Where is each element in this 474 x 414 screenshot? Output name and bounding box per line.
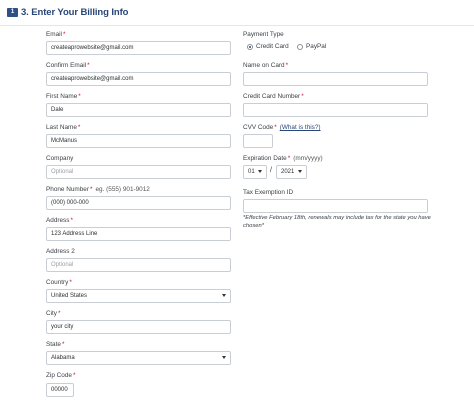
expiration-month-selected: 01 — [248, 169, 255, 175]
section-title: 3. Enter Your Billing Info — [21, 7, 129, 18]
expiration-year-select[interactable]: 2021 — [276, 165, 307, 179]
tax-exemption-field[interactable] — [243, 199, 428, 213]
radio-unselected-icon — [297, 43, 303, 50]
chevron-down-icon — [222, 294, 226, 297]
address-label: Address* — [46, 217, 73, 224]
name-on-card-label: Name on Card* — [243, 62, 289, 69]
tax-note: *Effective February 18th, renewals may i… — [243, 215, 431, 229]
zip-field[interactable]: 00000 — [46, 383, 74, 397]
cvv-help-link[interactable]: (What is this?) — [280, 124, 321, 131]
email-field[interactable]: createaprowebsite@gmail.com — [46, 41, 231, 55]
payment-option-credit-card[interactable]: Credit Card — [247, 43, 289, 50]
company-label: Company — [46, 155, 74, 162]
state-select[interactable]: Alabama — [46, 351, 231, 365]
state-selected: Alabama — [51, 355, 75, 361]
country-label: Country* — [46, 279, 72, 286]
city-label: City* — [46, 310, 61, 317]
expiration-separator: / — [270, 167, 272, 174]
first-name-field[interactable]: Dale — [46, 103, 231, 117]
credit-card-label: Credit Card — [256, 43, 289, 50]
expiration-month-select[interactable]: 01 — [243, 165, 267, 179]
expiration-year-selected: 2021 — [281, 169, 295, 175]
zip-label: Zip Code* — [46, 372, 76, 379]
chevron-down-icon — [298, 170, 302, 173]
state-label: State* — [46, 341, 65, 348]
country-select[interactable]: United States — [46, 289, 231, 303]
country-selected: United States — [51, 293, 88, 299]
last-name-label: Last Name* — [46, 124, 81, 131]
cvv-label: CVV Code* (What is this?) — [243, 124, 321, 131]
phone-field[interactable]: (000) 000-000 — [46, 196, 231, 210]
cvv-field[interactable] — [243, 134, 273, 148]
chevron-down-icon — [222, 356, 226, 359]
email-label: Email* — [46, 31, 66, 38]
confirm-email-label: Confirm Email* — [46, 62, 90, 69]
address2-label: Address 2 — [46, 248, 75, 255]
card-number-field[interactable] — [243, 103, 428, 117]
step-icon: 1 — [7, 8, 18, 17]
name-on-card-field[interactable] — [243, 72, 428, 86]
payment-type-label: Payment Type — [243, 31, 284, 38]
payment-option-paypal[interactable]: PayPal — [297, 43, 326, 50]
confirm-email-field[interactable]: createaprowebsite@gmail.com — [46, 72, 231, 86]
chevron-down-icon — [258, 170, 262, 173]
expiration-label: Expiration Date* (mm/yyyy) — [243, 155, 323, 162]
last-name-field[interactable]: McManus — [46, 134, 231, 148]
address2-field[interactable]: Optional — [46, 258, 231, 272]
card-number-label: Credit Card Number* — [243, 93, 304, 100]
radio-selected-icon — [247, 43, 253, 50]
address-field[interactable]: 123 Address Line — [46, 227, 231, 241]
company-field[interactable]: Optional — [46, 165, 231, 179]
first-name-label: First Name* — [46, 93, 81, 100]
tax-exemption-label: Tax Exemption ID — [243, 189, 294, 196]
city-field[interactable]: your city — [46, 320, 231, 334]
phone-label: Phone Number* eg. (555) 901-9012 — [46, 186, 150, 193]
section-header: 1 3. Enter Your Billing Info — [0, 0, 474, 26]
paypal-label: PayPal — [306, 43, 327, 50]
